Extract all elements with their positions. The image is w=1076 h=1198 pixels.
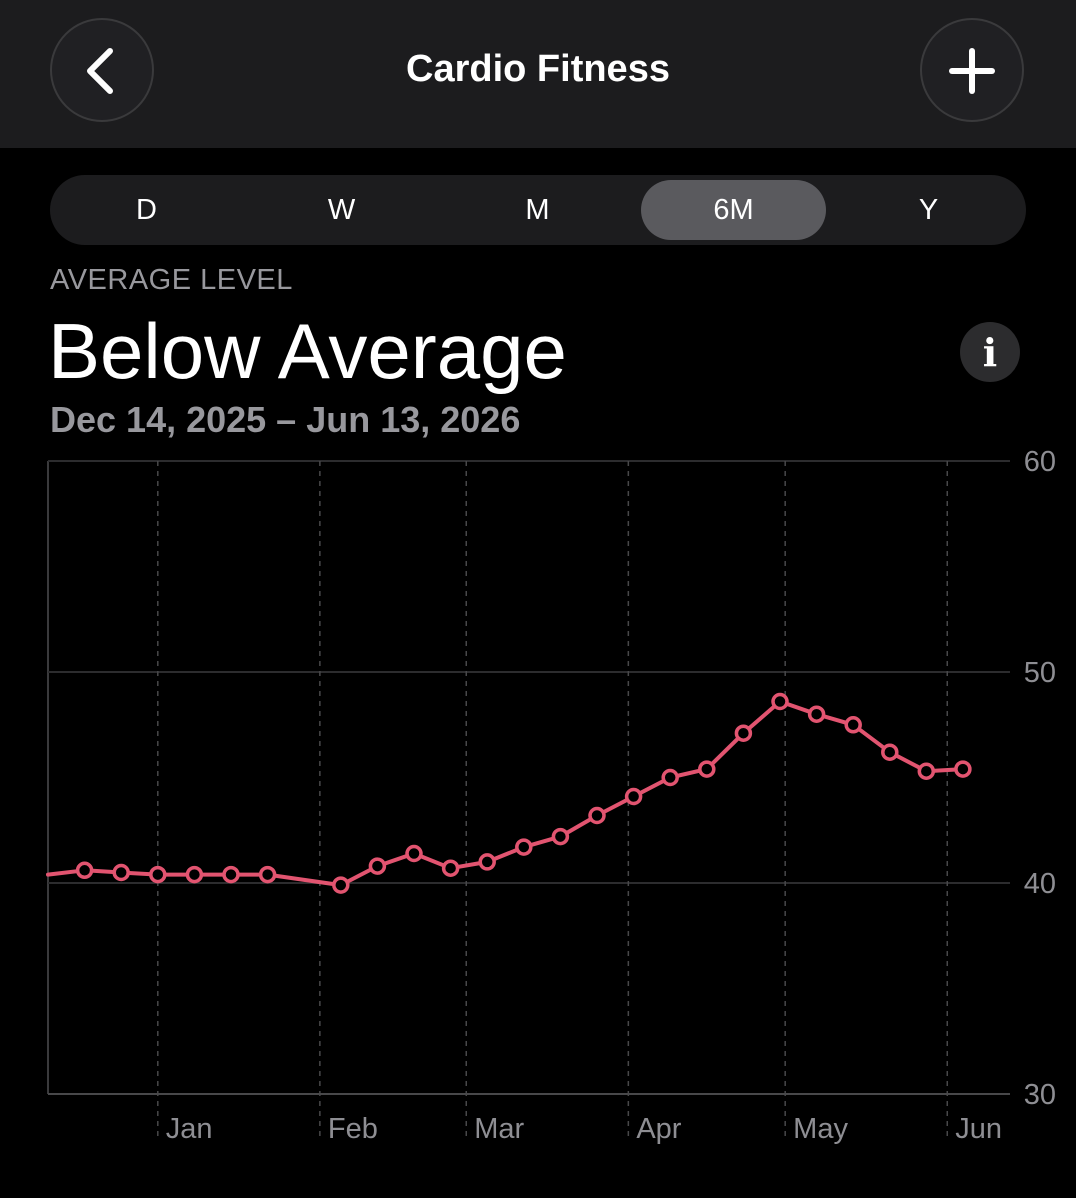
- data-point: [112, 863, 130, 882]
- segment-month[interactable]: M: [445, 180, 630, 240]
- data-point: [405, 844, 423, 863]
- data-point: [661, 768, 679, 787]
- x-tick-label: Mar: [474, 1113, 524, 1145]
- data-point: [222, 865, 240, 884]
- segment-week[interactable]: W: [249, 180, 434, 240]
- data-point: [881, 743, 899, 761]
- data-point: [771, 692, 789, 711]
- data-point: [698, 760, 716, 778]
- x-tick-label: Jan: [166, 1113, 213, 1145]
- info-icon: i: [982, 330, 998, 375]
- x-tick-label: Feb: [328, 1113, 378, 1145]
- segment-6-months[interactable]: 6M: [641, 180, 826, 240]
- data-point: [332, 876, 350, 894]
- add-button[interactable]: [920, 18, 1024, 122]
- data-point: [515, 838, 533, 856]
- data-point: [807, 705, 826, 723]
- y-tick-label: 60: [1024, 446, 1056, 478]
- y-tick-label: 40: [1024, 868, 1056, 900]
- info-button[interactable]: i: [960, 322, 1020, 382]
- segment-year[interactable]: Y: [836, 180, 1021, 240]
- x-tick-label: May: [793, 1113, 848, 1145]
- data-point: [185, 865, 204, 884]
- cardio-fitness-chart: 60 50 40 30 Jan Feb Mar Apr May Jun: [46, 446, 1056, 1145]
- data-point: [844, 716, 862, 734]
- data-point: [551, 827, 570, 846]
- data-point: [149, 865, 167, 884]
- data-point: [734, 724, 753, 742]
- x-tick-label: Jun: [955, 1113, 1002, 1145]
- data-point: [588, 806, 606, 825]
- date-range: Dec 14, 2025 – Jun 13, 2026: [50, 399, 521, 440]
- time-range-segmented-control: D W M 6M Y: [50, 175, 1026, 245]
- navigation-bar: Cardio Fitness: [0, 0, 1076, 148]
- series-line: [46, 699, 965, 888]
- x-tick-label: Apr: [636, 1113, 681, 1145]
- data-point: [478, 853, 496, 871]
- y-tick-label: 30: [1024, 1079, 1056, 1111]
- y-tick-label: 50: [1024, 657, 1056, 689]
- data-point: [624, 787, 643, 806]
- summary-value: Below Average: [48, 307, 567, 395]
- data-point: [258, 865, 277, 884]
- data-point: [441, 859, 460, 877]
- plus-icon: [949, 48, 995, 94]
- data-point: [75, 861, 94, 880]
- segment-day[interactable]: D: [54, 180, 239, 240]
- data-point: [954, 760, 972, 778]
- data-point: [368, 857, 387, 875]
- summary-label: AVERAGE LEVEL: [50, 264, 293, 296]
- page-title: Cardio Fitness: [406, 48, 670, 90]
- data-point: [917, 762, 936, 780]
